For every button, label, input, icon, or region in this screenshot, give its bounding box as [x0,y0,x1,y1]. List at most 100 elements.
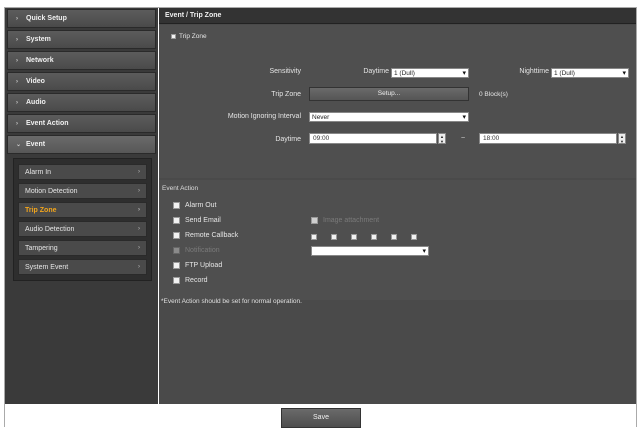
sidebar-item-label: Event [26,141,46,148]
chevron-right-icon: › [16,36,18,43]
nighttime-label: Nighttime [519,68,549,75]
trip-zone-section: Trip Zone Sensitivity Daytime 1 (Dull) ▾… [159,25,636,178]
chevron-right-icon: › [16,99,18,106]
notification-checkbox[interactable] [173,247,180,254]
event-action-section: Event Action Alarm Out Send Email Image … [159,180,636,300]
time-start-input[interactable]: 09:00 [309,133,437,144]
chevron-right-icon: › [138,169,140,175]
submenu-item-trip-zone[interactable]: Trip Zone › [18,202,147,218]
chevron-right-icon: › [16,78,18,85]
chevron-right-icon: › [138,188,140,194]
chevron-right-icon: › [138,264,140,270]
dropdown-arrow-icon: ▾ [622,70,626,77]
event-action-note: *Event Action should be set for normal o… [161,298,302,305]
nighttime-sensitivity-value: 1 (Dull) [554,70,575,77]
image-attachment-checkbox[interactable] [311,217,318,224]
submenu-item-label: Tampering [25,244,58,252]
sidebar-item-event-action[interactable]: › Event Action [7,114,156,133]
sensitivity-label: Sensitivity [269,68,301,75]
daytime-range-label: Daytime [275,136,301,143]
trip-zone-enable-label: Trip Zone [179,33,207,40]
trip-zone-row-label: Trip Zone [271,91,301,98]
submenu-item-system-event[interactable]: System Event › [18,259,147,275]
blocks-count: 0 Block(s) [479,91,508,98]
image-attachment-row[interactable]: Image attachment [311,217,379,224]
ftp-upload-checkbox[interactable] [173,262,180,269]
callback-checkbox-2[interactable] [331,234,337,240]
chevron-right-icon: › [138,245,140,251]
submenu-item-audio-detection[interactable]: Audio Detection › [18,221,147,237]
daytime-sensitivity-select[interactable]: 1 (Dull) ▾ [391,68,469,78]
sidebar-item-audio[interactable]: › Audio [7,93,156,112]
record-label: Record [185,277,208,284]
submenu-item-label: Alarm In [25,168,52,176]
record-checkbox[interactable] [173,277,180,284]
sidebar-item-quick-setup[interactable]: › Quick Setup [7,9,156,28]
main-panel: Event / Trip Zone Trip Zone Sensitivity … [159,8,636,404]
trip-zone-enable: Trip Zone [171,33,207,40]
callback-checkbox-5[interactable] [391,234,397,240]
trip-zone-checkbox[interactable] [171,34,176,39]
dropdown-arrow-icon: ▾ [422,248,426,255]
time-start-spinner[interactable]: ▲ ▼ [438,133,446,144]
range-separator: ~ [461,135,466,142]
callback-checkbox-1[interactable] [311,234,317,240]
sidebar-item-label: Event Action [26,120,69,127]
time-end-input[interactable]: 18:00 [479,133,617,144]
sidebar-item-label: Network [26,57,54,64]
page-title: Event / Trip Zone [159,8,636,24]
chevron-right-icon: › [16,15,18,22]
notification-label: Notification [185,247,220,254]
submenu-item-alarm-in[interactable]: Alarm In › [18,164,147,180]
chevron-right-icon: › [138,226,140,232]
sidebar-item-label: Video [26,78,45,85]
sidebar-item-video[interactable]: › Video [7,72,156,91]
submenu-item-label: Trip Zone [25,206,57,214]
dropdown-arrow-icon: ▾ [462,114,466,121]
callback-checkbox-6[interactable] [411,234,417,240]
notification-select[interactable]: ▾ [311,246,429,256]
submenu-item-tampering[interactable]: Tampering › [18,240,147,256]
callback-checkbox-4[interactable] [371,234,377,240]
dropdown-arrow-icon: ▾ [462,70,466,77]
submenu-item-label: Motion Detection [25,187,78,195]
chevron-down-icon: ⌄ [16,142,22,148]
motion-interval-value: Never [312,114,330,121]
daytime-label: Daytime [363,68,389,75]
submenu-item-motion-detection[interactable]: Motion Detection › [18,183,147,199]
chevron-right-icon: › [16,57,18,64]
chevron-right-icon: › [138,207,140,213]
send-email-label: Send Email [185,217,221,224]
motion-interval-label: Motion Ignoring Interval [227,113,301,120]
sidebar-item-system[interactable]: › System [7,30,156,49]
save-button[interactable]: Save [281,408,361,428]
callback-checkbox-3[interactable] [351,234,357,240]
sidebar-item-network[interactable]: › Network [7,51,156,70]
image-attachment-label: Image attachment [323,217,380,224]
ftp-upload-row[interactable]: FTP Upload [173,262,222,269]
alarm-out-row[interactable]: Alarm Out [173,202,217,209]
sidebar-item-label: Quick Setup [26,15,67,22]
submenu-item-label: System Event [25,263,69,271]
time-end-spinner[interactable]: ▲ ▼ [618,133,626,144]
ftp-upload-label: FTP Upload [185,262,223,269]
submenu-item-label: Audio Detection [25,225,75,233]
motion-interval-select[interactable]: Never ▾ [309,112,469,122]
remote-callback-row[interactable]: Remote Callback [173,232,238,239]
send-email-row[interactable]: Send Email [173,217,221,224]
daytime-sensitivity-value: 1 (Dull) [394,70,415,77]
setup-button[interactable]: Setup... [309,87,469,101]
record-row[interactable]: Record [173,277,208,284]
notification-row[interactable]: Notification [173,247,220,254]
send-email-checkbox[interactable] [173,217,180,224]
sidebar-item-label: Audio [26,99,46,106]
alarm-out-label: Alarm Out [185,202,217,209]
remote-callback-checkbox[interactable] [173,232,180,239]
alarm-out-checkbox[interactable] [173,202,180,209]
sidebar-item-event[interactable]: ⌄ Event [7,135,156,154]
sidebar-item-label: System [26,36,51,43]
sidebar: › Quick Setup › System › Network › Video… [5,8,158,404]
nighttime-sensitivity-select[interactable]: 1 (Dull) ▾ [551,68,629,78]
remote-callback-label: Remote Callback [185,232,239,239]
chevron-right-icon: › [16,120,18,127]
